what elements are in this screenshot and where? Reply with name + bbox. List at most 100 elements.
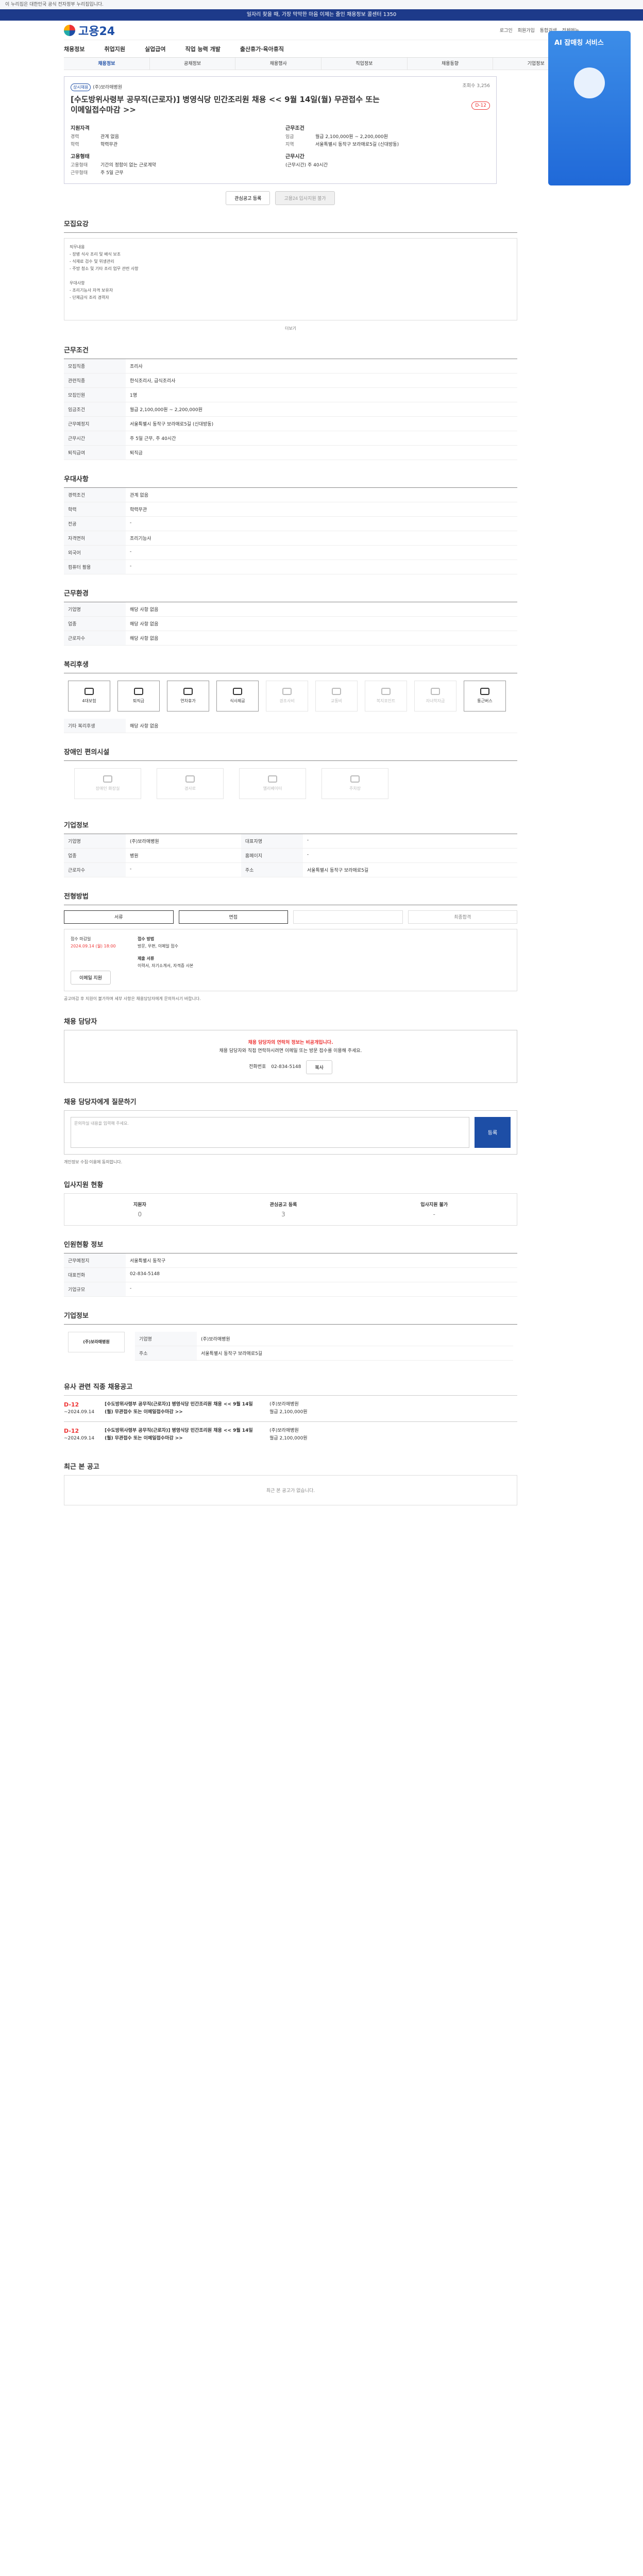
login-link[interactable]: 로그인	[500, 27, 513, 33]
cond-table: 모집직종 조리사 관련직종 한식조리사, 급식조리사 모집인원 1명 임금조건 월급 2…	[64, 359, 517, 460]
recent-heading: 최근 본 공고	[64, 1463, 99, 1471]
loc-value: 서울특별시 동작구 보라매로5길 (신대방동)	[315, 142, 399, 147]
like-box: 지원자 0 관심공고 등록 3 입사지원 불가 -	[64, 1193, 517, 1226]
gnb-training[interactable]: 직업 능력 개발	[185, 45, 220, 53]
table-row: 학력 학력무관	[64, 502, 517, 517]
email-apply-button[interactable]: 이메일 지원	[71, 970, 111, 985]
row-value: 퇴직금	[126, 445, 517, 460]
like-label: 입사지원 불가	[420, 1202, 448, 1208]
inquiry-box: 문의하실 내용을 입력해 주세요. 등록	[64, 1110, 517, 1155]
row-label: 근로자수	[64, 862, 126, 877]
disab-icons: 장애인 화장실 경사로 엘리베이터 주차장	[64, 761, 517, 806]
welfare-heading: 복리후생	[64, 660, 89, 669]
scrap-button[interactable]: 관심공고 등록	[226, 191, 270, 205]
table-row: 관련직종 한식조리사, 급식조리사	[64, 373, 517, 388]
date: ~2024.09.14	[64, 1435, 95, 1441]
status-badge: 상시채용	[71, 83, 91, 91]
loc-label: 지역	[285, 142, 294, 147]
step-final: 최종합격	[408, 910, 517, 924]
recent-empty: 최근 본 공고가 없습니다.	[64, 1475, 517, 1505]
logo[interactable]: 고용24	[64, 22, 115, 39]
prefer-heading: 우대사항	[64, 475, 89, 483]
req-heading: 지원자격	[71, 125, 90, 131]
table-row: 임금조건 월급 2,100,000원 ~ 2,200,000원	[64, 402, 517, 417]
row-value: 해당 사항 없음	[126, 616, 517, 631]
row-label: 경력조건	[64, 487, 126, 502]
row-value: (주)보라매병원	[126, 834, 241, 849]
icon-label: 주차장	[349, 786, 361, 791]
table-row: 기업명 해당 사항 없음	[64, 602, 517, 617]
table-row: 기업명 (주)보라매병원	[135, 1331, 513, 1346]
gnb-jobs[interactable]: 채용정보	[64, 45, 84, 53]
gov-notice: 이 누리집은 대한민국 공식 전자정부 누리집입니다.	[0, 0, 643, 9]
row-value: 조리기능사	[126, 531, 517, 546]
list-item[interactable]: D-12 ~2024.09.14 [수도방위사령부 공무직(근로자)] 병영식당 …	[64, 1395, 517, 1421]
docs-label: 제출 서류	[138, 956, 155, 961]
hours-heading: 근무시간	[285, 154, 304, 160]
company-table: 기업명 (주)보라매병원 대표자명 - 업종 병원 홈페이지 - 근로자수 - 주소 서울특별시 …	[64, 834, 517, 877]
icon-label: 엘리베이터	[263, 786, 282, 791]
contact-heading: 채용 담당자	[64, 1018, 97, 1026]
agree-text[interactable]: 개인정보 수집·이용에 동의합니다.	[64, 1159, 517, 1166]
row-label: 대표자명	[241, 834, 303, 849]
row-value: -	[126, 560, 517, 574]
table-row: 모집직종 조리사	[64, 359, 517, 374]
row-label: 기업규모	[64, 1282, 126, 1297]
side-banner[interactable]: AI 잡매칭 서비스	[548, 31, 631, 185]
icon-label: 통근버스	[477, 699, 493, 703]
proc-steps: 서류 면접 최종합격	[64, 910, 517, 924]
row-value: 서울특별시 동작구	[126, 1253, 517, 1268]
dday: D-12	[64, 1401, 79, 1408]
more-button[interactable]: 더보기	[64, 326, 517, 331]
icon-label: 4대보험	[82, 699, 96, 703]
top-banner[interactable]: 일자리 찾을 때, 가장 막막한 마음 이제는 줄인 채용정보 콜센터 1350	[0, 9, 643, 21]
inquiry-input[interactable]: 문의하실 내용을 입력해 주세요.	[71, 1116, 469, 1148]
table-row: 외국어 -	[64, 545, 517, 560]
deadline-label: 접수 마감일	[71, 936, 91, 941]
gnb-leave[interactable]: 출산휴가·육아휴직	[240, 45, 284, 53]
list-item[interactable]: D-12 ~2024.09.14 [수도방위사령부 공무직(근로자)] 병영식당 …	[64, 1421, 517, 1448]
deadline-value: 2024.09.14 (월) 18:00	[71, 943, 116, 948]
sub-trend[interactable]: 채용동향	[408, 58, 494, 70]
step-doc: 서류	[64, 910, 174, 924]
send-button[interactable]: 등록	[475, 1116, 511, 1148]
welfare-insurance-icon: 4대보험	[68, 680, 110, 711]
row-label: 모집인원	[64, 387, 126, 402]
join-link[interactable]: 회원가입	[518, 27, 535, 33]
coinfo-table: 기업명 (주)보라매병원 주소 서울특별시 동작구 보라매로5길	[135, 1331, 513, 1361]
hours-value: (근무시간) 주 40시간	[285, 162, 328, 168]
welfare-event-icon: 경조사비	[266, 680, 308, 711]
gnb-support[interactable]: 취업지원	[104, 45, 125, 53]
stats-table: 근무예정지 서울특별시 동작구 대표전화 02-834-5148 기업규모 -	[64, 1253, 517, 1297]
docs-value: 이력서, 자기소개서, 자격증 사본	[138, 963, 194, 968]
sub-event[interactable]: 채용행사	[235, 58, 322, 70]
table-row: 근무시간 주 5일 근무, 주 40시간	[64, 431, 517, 446]
sub-occupation[interactable]: 직업정보	[321, 58, 408, 70]
row-value: 서울특별시 동작구 보라매로5길	[302, 862, 517, 877]
icon-label: 장애인 화장실	[95, 786, 120, 791]
dday-badge: D-12	[471, 101, 490, 110]
company-logo: (주)보라매병원	[68, 1331, 125, 1352]
apply-button[interactable]: 고용24 입사지원 불가	[275, 191, 335, 205]
row-label: 대표전화	[64, 1267, 126, 1282]
type-heading: 고용형태	[71, 154, 90, 160]
table-row: 기업규모 -	[64, 1282, 517, 1297]
row-label: 퇴직급여	[64, 445, 126, 460]
row-value: -	[126, 1282, 517, 1297]
coinfo-heading: 기업정보	[64, 1312, 89, 1320]
detail-line: 우대사항	[70, 280, 85, 285]
copy-button[interactable]: 복사	[306, 1060, 332, 1074]
welfare-meal-icon: 식사제공	[216, 680, 259, 711]
apply-box: 접수 마감일 2024.09.14 (월) 18:00 이메일 지원 접수 방법 방…	[64, 928, 517, 991]
method-label: 접수 방법	[138, 936, 155, 941]
similar-pay: 월급 2,100,000원	[269, 1435, 308, 1441]
benefit-heading: 근무환경	[64, 589, 89, 598]
notice-text: 공고마감 후 지원이 불가하며 세부 사항은 채용담당자에게 문의하시기 바랍니…	[64, 996, 201, 1001]
icon-label: 경조사비	[279, 699, 295, 703]
sub-jobs[interactable]: 채용정보	[64, 58, 150, 70]
welfare-transport-icon: 교통비	[315, 680, 358, 711]
gnb-benefit[interactable]: 실업급여	[145, 45, 165, 53]
parking-icon: 주차장	[321, 768, 388, 799]
table-row: 자격면허 조리기능사	[64, 531, 517, 546]
sub-public[interactable]: 공채정보	[150, 58, 236, 70]
